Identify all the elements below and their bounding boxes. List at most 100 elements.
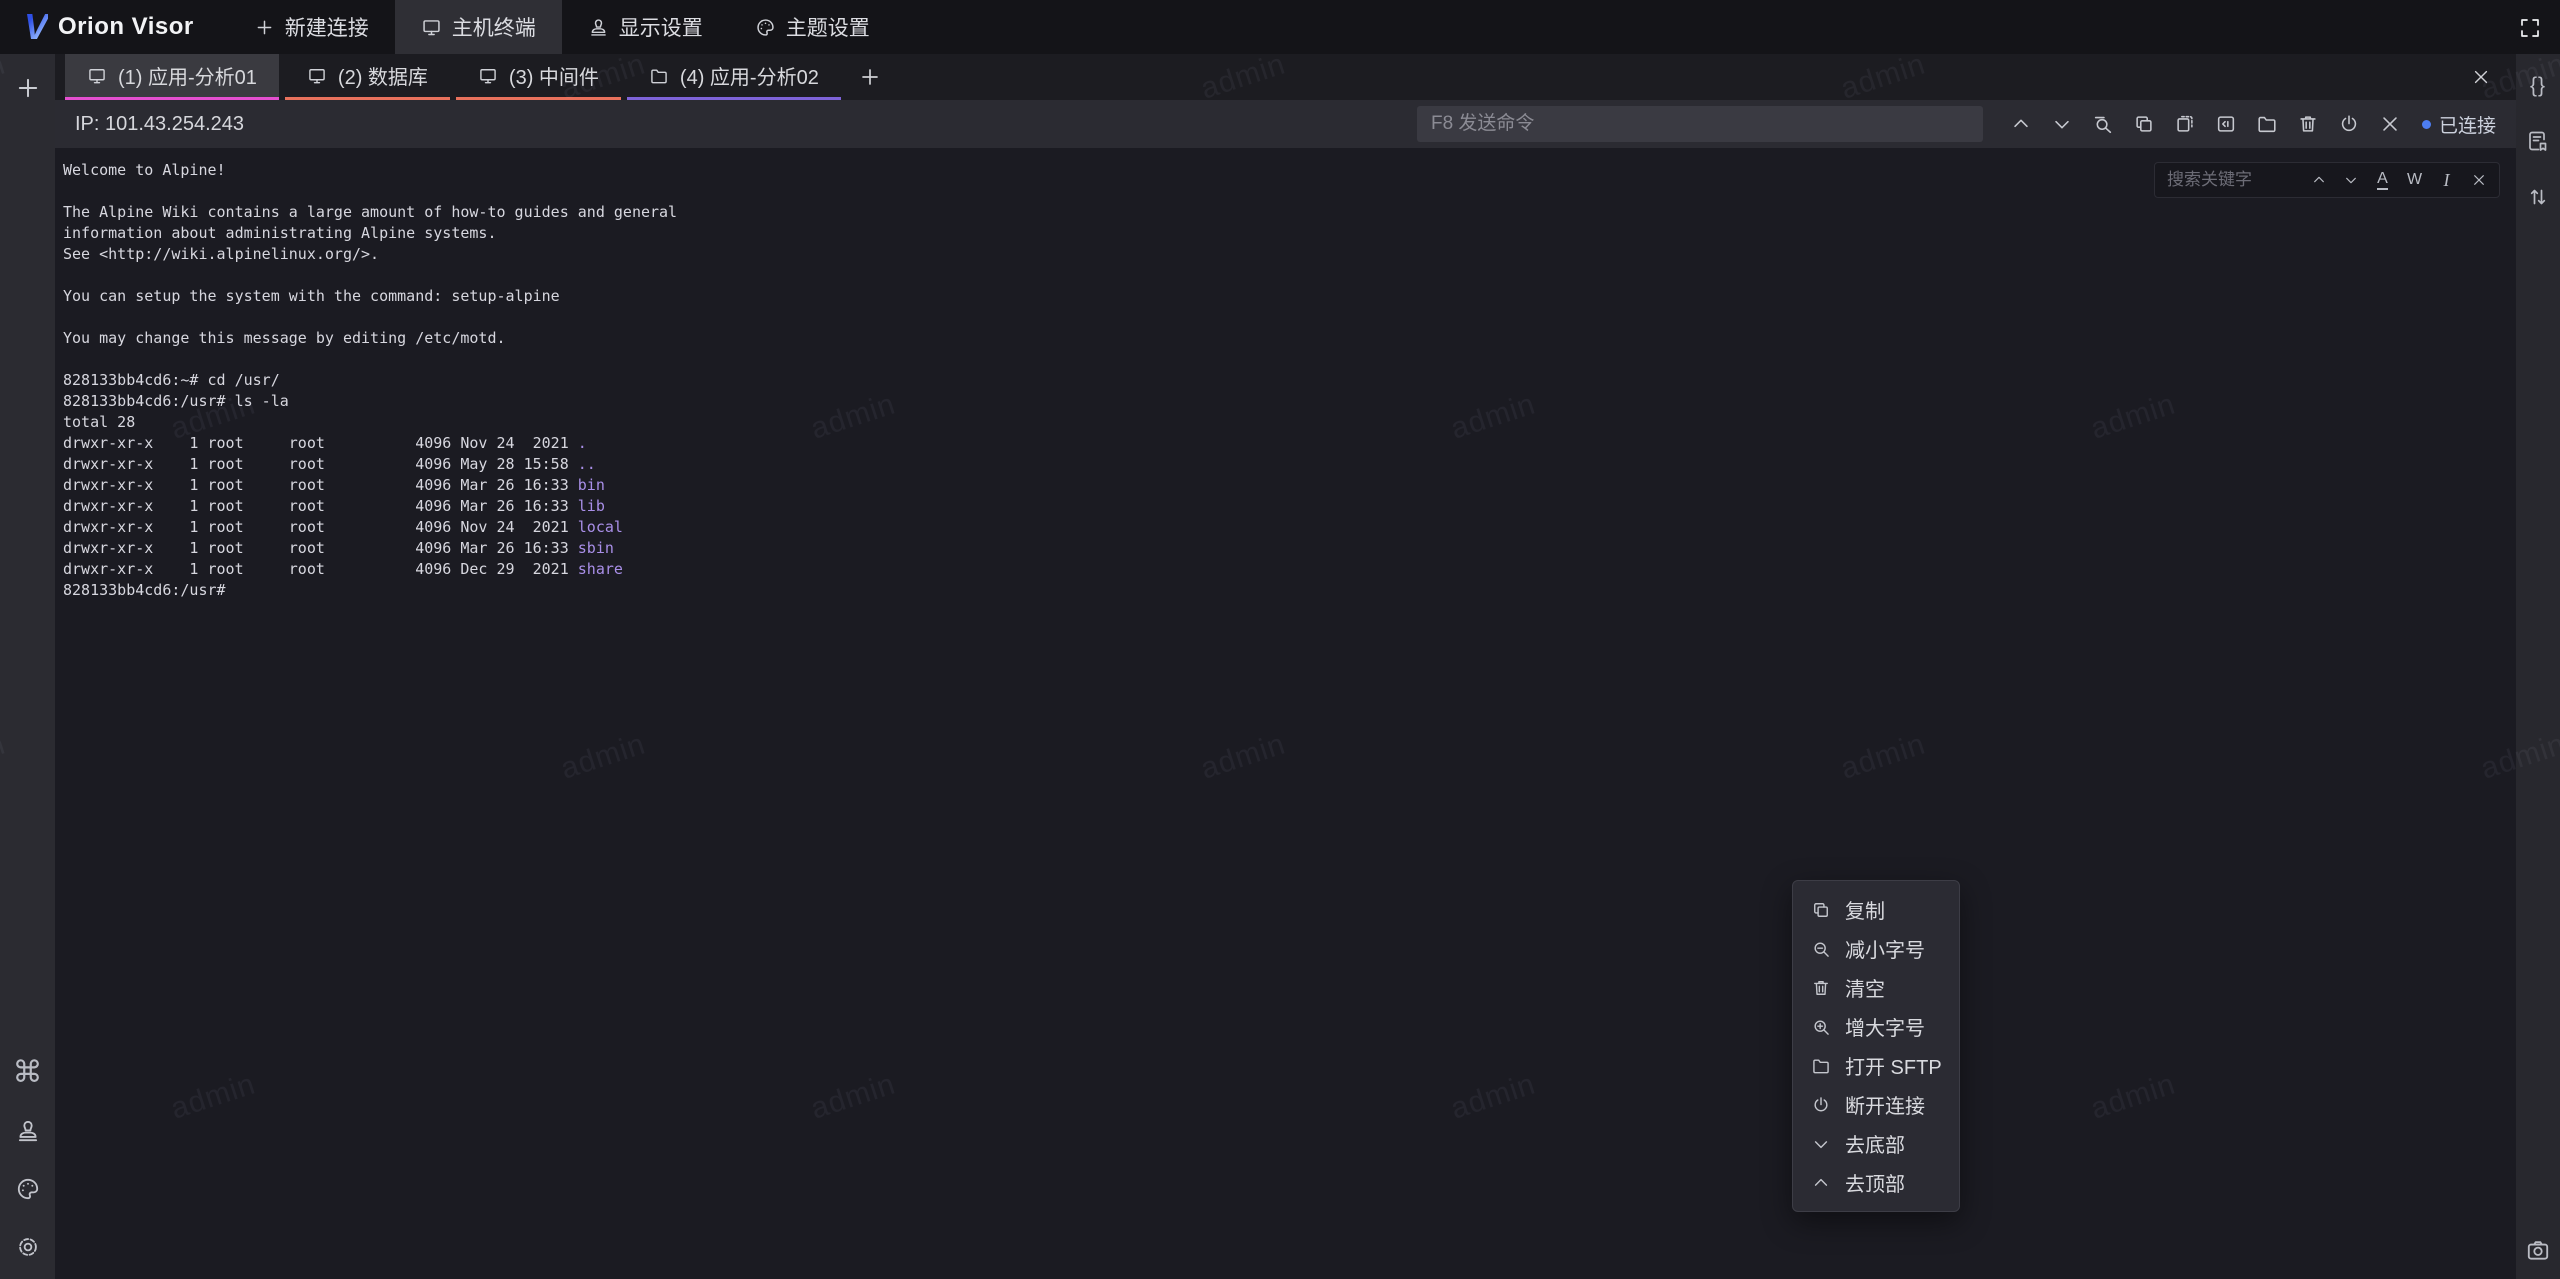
camera-icon (2525, 1237, 2551, 1263)
menu-item-label: 去底部 (1845, 1129, 1905, 1158)
monitor-icon (421, 17, 442, 38)
nav-item-host-terminal[interactable]: 主机终端 (395, 0, 562, 54)
toolbar-disconnect-button[interactable] (2337, 112, 2361, 136)
menu-item-increase-font[interactable]: 增大字号 (1793, 1007, 1959, 1046)
folder-icon (2256, 113, 2278, 135)
monitor-icon (478, 66, 498, 86)
nav-item-label: 显示设置 (619, 12, 703, 42)
toolbar-scroll-down-button[interactable] (2050, 112, 2074, 136)
terminal-line (63, 265, 2516, 286)
directory-name: . (578, 434, 587, 452)
trash-icon (1811, 978, 1831, 998)
terminal-line: drwxr-xr-x 1 root root 4096 Mar 26 16:33… (63, 475, 2516, 496)
toolbar-paste-button[interactable] (2173, 112, 2197, 136)
terminal-line: You may change this message by editing /… (63, 328, 2516, 349)
menu-item-label: 打开 SFTP (1845, 1051, 1942, 1080)
tab-2[interactable]: (2) 数据库 (285, 54, 450, 100)
tabs: (1) 应用-分析01(2) 数据库 (3) 中间件 (4) 应用-分析02 (65, 54, 847, 100)
chevron-down-icon (2051, 113, 2073, 135)
menu-item-decrease-font[interactable]: 减小字号 (1793, 929, 1959, 968)
terminal-line: 828133bb4cd6:/usr# (63, 580, 2516, 601)
match-case-button[interactable]: A (2374, 170, 2391, 190)
folder-icon (649, 66, 669, 86)
terminal-line: total 28 (63, 412, 2516, 433)
search-input[interactable] (2167, 170, 2300, 190)
menu-item-label: 去顶部 (1845, 1168, 1905, 1197)
right-sidebar-scroll-lines-button[interactable] (2523, 182, 2553, 212)
menu-item-go-bottom[interactable]: 去底部 (1793, 1124, 1959, 1163)
copy-icon (2133, 113, 2155, 135)
toolbar-command-snippets-button[interactable] (2214, 112, 2238, 136)
stamp-icon (588, 17, 609, 38)
sidebar-settings-button[interactable] (12, 1231, 44, 1263)
close-tabs-button[interactable] (2464, 60, 2498, 94)
zoom-out-icon (1811, 939, 1831, 959)
menu-item-label: 复制 (1845, 895, 1885, 924)
menu-item-label: 清空 (1845, 973, 1885, 1002)
nav-item-label: 主机终端 (452, 12, 536, 42)
terminal-context-menu: 复制减小字号清空增大字号打开 SFTP 断开连接去底部去顶部 (1792, 880, 1960, 1212)
sidebar-display-settings-button[interactable] (12, 1115, 44, 1147)
directory-name: local (578, 518, 623, 536)
regex-button[interactable]: I (2438, 170, 2455, 190)
send-command-input[interactable] (1417, 106, 1983, 142)
sidebar-quick-commands-button[interactable]: ⌘ (12, 1057, 44, 1089)
toolbar-clear-button[interactable] (2296, 112, 2320, 136)
toolbar-close-button[interactable] (2378, 112, 2402, 136)
terminal-line: Welcome to Alpine! (63, 160, 2516, 181)
search-close-button[interactable] (2470, 170, 2487, 190)
tab-bar: (1) 应用-分析01(2) 数据库 (3) 中间件 (4) 应用-分析02 (55, 54, 2516, 100)
left-sidebar-bottom: ⌘ (0, 1057, 55, 1263)
gear-icon (15, 1234, 41, 1260)
toolbar-copy-button[interactable] (2132, 112, 2156, 136)
search-prev-button[interactable] (2310, 170, 2327, 190)
menu-item-label: 增大字号 (1845, 1012, 1925, 1041)
terminal-line: drwxr-xr-x 1 root root 4096 May 28 15:58… (63, 454, 2516, 475)
directory-name: bin (578, 476, 605, 494)
tab-label: (4) 应用-分析02 (680, 61, 819, 90)
whole-word-button[interactable]: W (2406, 170, 2423, 190)
chevron-down-icon (2343, 172, 2359, 188)
ip-address: IP: 101.43.254.243 (75, 113, 244, 136)
copy-icon (1811, 900, 1831, 920)
nav-item-theme-settings[interactable]: 主题设置 (729, 0, 896, 54)
power-icon (1811, 1095, 1831, 1115)
nav-item-new-connection[interactable]: 新建连接 (228, 0, 395, 54)
terminal-area[interactable]: Welcome to Alpine!The Alpine Wiki contai… (55, 148, 2516, 1279)
tab-4[interactable]: (4) 应用-分析02 (627, 54, 841, 100)
plus-icon (14, 74, 42, 102)
screenshot-button[interactable] (2523, 1235, 2553, 1265)
menu-item-label: 断开连接 (1845, 1090, 1925, 1119)
tab-1[interactable]: (1) 应用-分析01 (65, 54, 279, 100)
menu-item-copy[interactable]: 复制 (1793, 890, 1959, 929)
tab-label: (3) 中间件 (509, 61, 599, 90)
menu-item-clear[interactable]: 清空 (1793, 968, 1959, 1007)
right-sidebar-variables-button[interactable]: {} (2523, 70, 2553, 100)
menu-item-open-sftp[interactable]: 打开 SFTP (1793, 1046, 1959, 1085)
search-next-button[interactable] (2342, 170, 2359, 190)
chevron-up-icon (2311, 172, 2327, 188)
add-tab-button[interactable] (847, 54, 893, 100)
find-lines-icon (2092, 113, 2114, 135)
tab-3[interactable]: (3) 中间件 (456, 54, 621, 100)
sidebar-theme-settings-button[interactable] (12, 1173, 44, 1205)
menu-item-disconnect[interactable]: 断开连接 (1793, 1085, 1959, 1124)
terminal-line: information about administrating Alpine … (63, 223, 2516, 244)
toolbar-scroll-up-button[interactable] (2009, 112, 2033, 136)
terminal-output: Welcome to Alpine!The Alpine Wiki contai… (63, 160, 2516, 601)
regex-icon: I (2444, 171, 2450, 189)
right-sidebar-command-bookmarks-button[interactable] (2523, 126, 2553, 156)
new-connection-button[interactable] (10, 70, 46, 106)
toolbar-search-button[interactable] (2091, 112, 2115, 136)
fullscreen-button[interactable] (2510, 8, 2550, 48)
menu-item-go-top[interactable]: 去顶部 (1793, 1163, 1959, 1202)
plus-icon (254, 17, 275, 38)
nav-item-display-settings[interactable]: 显示设置 (562, 0, 729, 54)
search-buttons: AW I (2310, 170, 2487, 190)
app-title: Orion Visor (58, 13, 194, 41)
left-sidebar: ⌘ (0, 54, 55, 1279)
terminal-line: drwxr-xr-x 1 root root 4096 Dec 29 2021 … (63, 559, 2516, 580)
toolbar-open-sftp-button[interactable] (2255, 112, 2279, 136)
terminal-line: See <http://wiki.alpinelinux.org/>. (63, 244, 2516, 265)
session-toolbar (2009, 112, 2402, 136)
